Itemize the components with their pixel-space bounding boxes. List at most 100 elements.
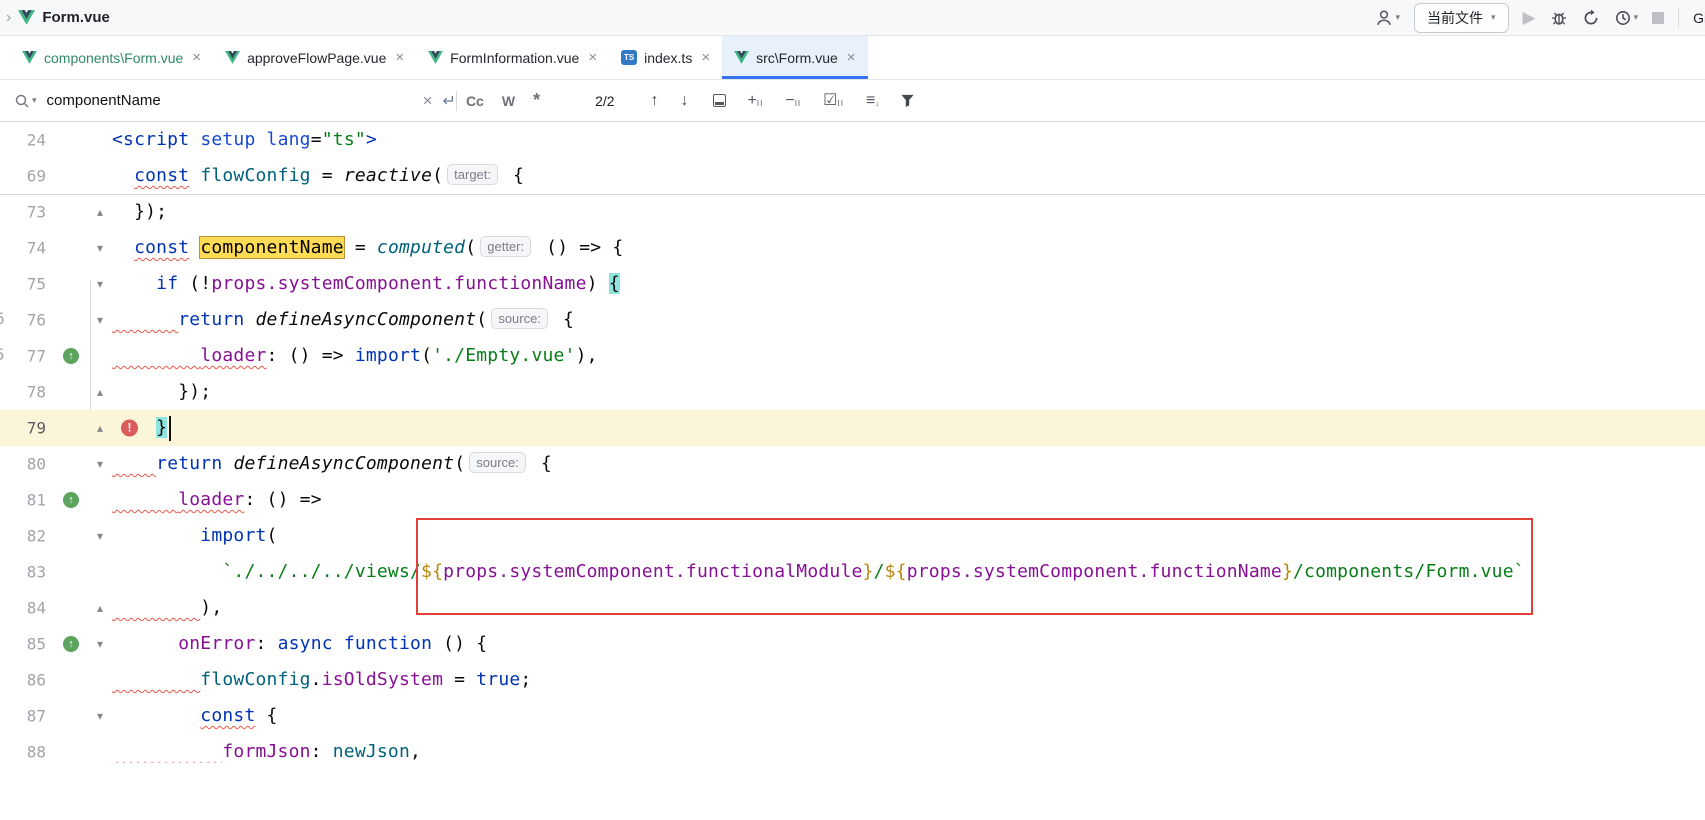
user-account-icon[interactable]: ▾: [1375, 9, 1400, 27]
gutter: 74▾: [0, 230, 112, 266]
code-text[interactable]: return defineAsyncComponent(source: {: [112, 302, 574, 338]
fold-collapse-icon[interactable]: ▾: [97, 277, 103, 291]
run-configuration-selector[interactable]: 当前文件 ▾: [1414, 3, 1509, 33]
editor-tab[interactable]: FormInformation.vue ×: [416, 36, 609, 79]
select-all-occurrences-button[interactable]: ☑II: [823, 93, 844, 109]
match-count: 2/2: [595, 93, 614, 109]
code-text[interactable]: });: [112, 194, 167, 230]
chevron-down-icon: ▾: [1634, 13, 1639, 22]
token: (!: [178, 273, 211, 294]
token: =: [311, 165, 344, 186]
match-case-toggle[interactable]: Cc: [466, 93, 484, 109]
token-kw: return: [178, 309, 244, 330]
profiler-button[interactable]: ▾: [1614, 9, 1639, 27]
code-editor[interactable]: 6 5 24<script setup lang="ts">69 const f…: [0, 122, 1705, 820]
token: [112, 561, 222, 582]
code-text[interactable]: import(: [112, 518, 278, 554]
line-number: 83: [27, 563, 46, 582]
editor-tab[interactable]: src\Form.vue×: [722, 36, 867, 79]
tab-close-icon[interactable]: ×: [192, 49, 201, 66]
code-text[interactable]: loader: () => import('./Empty.vue'),: [112, 338, 598, 374]
gutter: 79▴: [0, 410, 112, 446]
code-text[interactable]: onError: async function () {: [112, 626, 487, 662]
code-text[interactable]: const flowConfig = reactive(target: {: [112, 158, 524, 194]
debug-button[interactable]: [1550, 9, 1568, 27]
token: .: [311, 669, 322, 690]
fold-expand-icon[interactable]: ▴: [97, 205, 103, 219]
gutter-green-arrow-icon[interactable]: ↑: [63, 636, 79, 652]
tab-label: FormInformation.vue: [450, 50, 579, 66]
remove-occurrence-button[interactable]: −II: [785, 93, 801, 109]
fold-collapse-icon[interactable]: ▾: [97, 241, 103, 255]
token-fn: defineAsyncComponent: [256, 309, 477, 330]
fold-expand-icon[interactable]: ▴: [97, 421, 103, 435]
previous-match-button[interactable]: ↑: [651, 92, 659, 110]
line-number: 76: [27, 311, 46, 330]
next-match-button[interactable]: ↓: [681, 92, 689, 110]
tab-close-icon[interactable]: ×: [395, 49, 404, 66]
fold-expand-icon[interactable]: ▴: [97, 385, 103, 399]
filter-icon[interactable]: [900, 93, 915, 108]
regex-toggle[interactable]: *: [533, 90, 540, 111]
tab-close-icon[interactable]: ×: [701, 49, 710, 66]
stop-button[interactable]: [1652, 12, 1664, 24]
token: [222, 453, 233, 474]
token-tpl: ${: [421, 561, 443, 582]
editor-tab[interactable]: approveFlowPage.vue ×: [213, 36, 416, 79]
gutter: 84▴: [0, 590, 112, 626]
fold-collapse-icon[interactable]: ▾: [97, 529, 103, 543]
code-text[interactable]: formJson: newJson,: [112, 734, 421, 770]
code-text[interactable]: });: [112, 374, 211, 410]
run-button[interactable]: ▶: [1523, 9, 1536, 26]
token-fnc: computed: [377, 237, 465, 258]
token: ;: [520, 669, 531, 690]
code-text[interactable]: flowConfig.isOldSystem = true;: [112, 662, 531, 698]
code-line: 76 ▾ return defineAsyncComponent(source: …: [0, 302, 1705, 338]
fold-collapse-icon[interactable]: ▾: [97, 637, 103, 651]
editor-tab[interactable]: components\Form.vue×: [10, 36, 213, 79]
token: {: [530, 453, 552, 474]
multiline-search-icon[interactable]: ≡↓: [866, 93, 880, 109]
search-input[interactable]: [45, 91, 419, 110]
open-find-window-icon[interactable]: [713, 94, 726, 107]
line-number: 77: [27, 347, 46, 366]
tab-close-icon[interactable]: ×: [847, 49, 856, 66]
token-kw: const: [134, 165, 189, 186]
code-text[interactable]: `./../../../views/${props.systemComponen…: [112, 554, 1525, 590]
add-occurrence-button[interactable]: +II: [748, 93, 764, 109]
gutter-green-arrow-icon[interactable]: ↑: [63, 492, 79, 508]
token-str: /components/Form.vue`: [1293, 561, 1525, 582]
token: ): [587, 273, 609, 294]
code-text[interactable]: ),: [112, 590, 222, 626]
search-icon[interactable]: ▾: [14, 93, 37, 109]
token: () => {: [535, 237, 623, 258]
fold-collapse-icon[interactable]: ▾: [97, 457, 103, 471]
editor-tab[interactable]: TSindex.ts×: [609, 36, 722, 79]
fold-collapse-icon[interactable]: ▾: [97, 313, 103, 327]
code-line: 24<script setup lang="ts">: [0, 122, 1705, 158]
gutter-green-arrow-icon[interactable]: ↑: [63, 348, 79, 364]
token-fld: props.systemComponent.functionName: [211, 273, 586, 294]
token-brace: {: [609, 273, 620, 294]
rerun-coverage-icon[interactable]: [1582, 9, 1600, 27]
code-text[interactable]: const {: [112, 698, 278, 734]
code-text[interactable]: const componentName = computed(getter: (…: [112, 230, 623, 266]
token-var: flowConfig: [200, 669, 310, 690]
token: (: [267, 525, 278, 546]
fold-collapse-icon[interactable]: ▾: [97, 709, 103, 723]
tab-label: approveFlowPage.vue: [247, 50, 386, 66]
fold-expand-icon[interactable]: ▴: [97, 601, 103, 615]
gutter: 73▴: [0, 194, 112, 230]
newline-icon[interactable]: ↵: [443, 91, 456, 111]
code-text[interactable]: return defineAsyncComponent(source: {: [112, 446, 552, 482]
whole-words-toggle[interactable]: W: [502, 93, 515, 109]
token-kw: import: [200, 525, 266, 546]
line-number: 88: [27, 743, 46, 762]
git-menu[interactable]: Git: [1693, 10, 1705, 26]
tab-close-icon[interactable]: ×: [588, 49, 597, 66]
clear-search-icon[interactable]: ×: [419, 91, 437, 111]
code-text[interactable]: <script setup lang="ts">: [112, 122, 377, 158]
chevron-right-icon[interactable]: ›: [6, 10, 11, 26]
code-text[interactable]: if (!props.systemComponent.functionName)…: [112, 266, 620, 302]
code-text[interactable]: loader: () =>: [112, 482, 322, 518]
